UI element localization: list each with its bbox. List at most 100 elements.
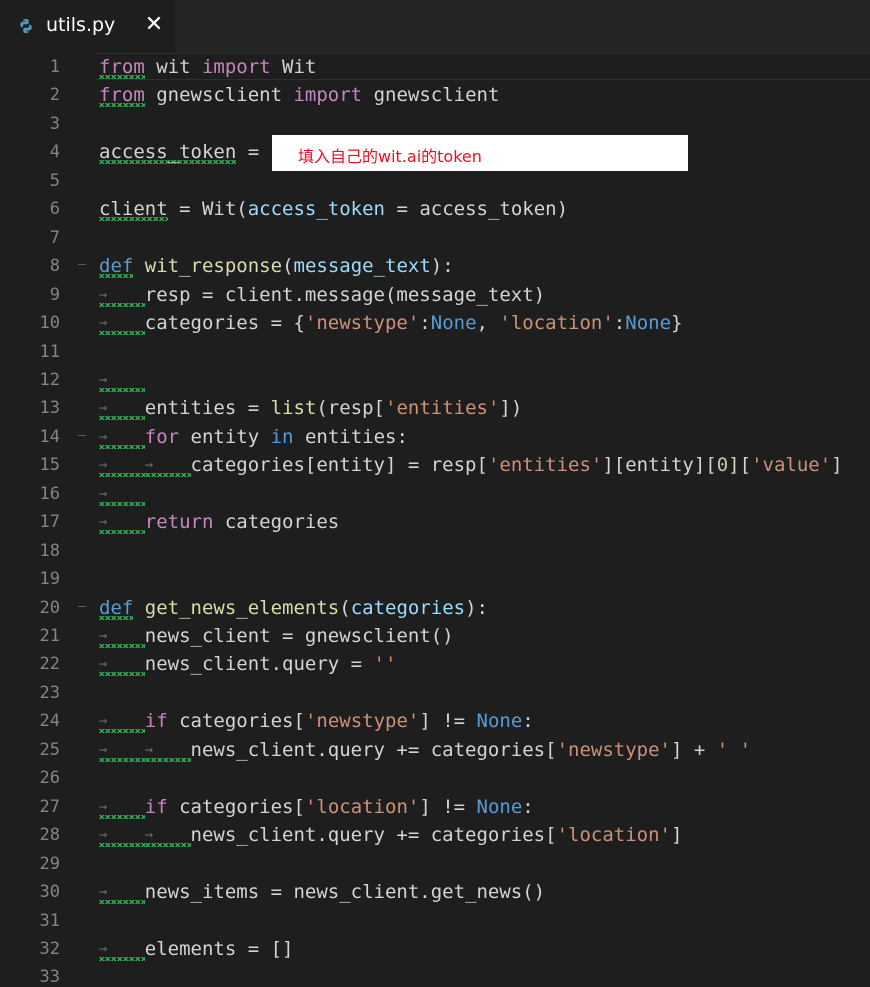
code-token: ] !=	[419, 710, 477, 733]
code-token: ):	[430, 255, 454, 278]
code-line[interactable]: 33	[0, 963, 870, 987]
line-number: 31	[39, 910, 60, 931]
code-line[interactable]: 15 → → categories[entity] = resp['entities…	[0, 451, 870, 479]
code-line[interactable]: 31	[0, 907, 870, 935]
code-text: news_client.query = ''	[99, 650, 397, 678]
code-token: entities =	[99, 397, 271, 420]
code-line[interactable]: 30 → news_items = news_client.get_news()	[0, 878, 870, 906]
fold-indicator-icon[interactable]	[78, 434, 86, 436]
code-text: if categories['newstype'] != None:	[99, 707, 534, 735]
code-line[interactable]: 22 → news_client.query = ''	[0, 650, 870, 678]
code-line[interactable]: 18	[0, 537, 870, 565]
code-line[interactable]: 10 → categories = {'newstype':None, 'loca…	[0, 309, 870, 337]
code-token: :	[522, 795, 534, 818]
code-text: client = Wit(access_token = access_token…	[99, 195, 568, 223]
code-token: from	[99, 56, 145, 78]
code-token: 'value'	[751, 454, 832, 477]
line-number: 20	[39, 597, 60, 618]
code-token: ] !=	[419, 795, 477, 818]
code-line[interactable]: 8 def wit_response(message_text):	[0, 252, 870, 280]
code-line[interactable]: 6 client = Wit(access_token = access_toke…	[0, 195, 870, 223]
code-token: (	[339, 596, 351, 619]
line-number: 23	[39, 682, 60, 703]
line-number: 18	[39, 540, 60, 561]
code-line[interactable]: 19	[0, 565, 870, 593]
code-token: entities:	[293, 425, 408, 448]
code-text: entities = list(resp['entities'])	[99, 394, 523, 422]
code-line[interactable]: 27 → if categories['location'] != None:	[0, 793, 870, 821]
code-token: wit_response	[144, 255, 283, 278]
code-token: categories	[350, 596, 466, 619]
code-token: import	[293, 84, 363, 107]
code-token: 'entities'	[385, 397, 500, 420]
python-file-icon	[20, 19, 32, 33]
code-line[interactable]: 25 → → news_client.query += categories['ne…	[0, 736, 870, 764]
code-line[interactable]: 29	[0, 850, 870, 878]
code-text: for entity in entities:	[99, 423, 408, 451]
line-number: 26	[39, 768, 60, 789]
code-token: None	[430, 312, 477, 335]
code-token: news_client.query += categories[	[99, 738, 557, 761]
code-line[interactable]: 17 → return categories	[0, 508, 870, 536]
line-number: 9	[49, 284, 60, 305]
code-line[interactable]: 26	[0, 764, 870, 792]
line-number: 10	[39, 313, 60, 334]
code-line[interactable]: 3	[0, 110, 870, 138]
code-line[interactable]: 9 → resp = client.message(message_text)	[0, 281, 870, 309]
code-token: 'newstype'	[304, 312, 420, 335]
line-number: 8	[49, 256, 60, 277]
line-number: 5	[49, 170, 60, 191]
code-token: message_text	[293, 255, 431, 278]
code-line[interactable]: 21 → news_client = gnewsclient()	[0, 622, 870, 650]
code-line[interactable]: 32 → elements = []	[0, 935, 870, 963]
code-token: ][	[728, 454, 752, 477]
close-icon[interactable]: ✕	[140, 11, 168, 39]
code-token: = access_token)	[385, 198, 569, 221]
line-number: 3	[49, 113, 60, 134]
tab-utils-py[interactable]: utils.py ✕	[0, 0, 175, 53]
tab-label: utils.py	[46, 14, 116, 36]
code-token: entity	[179, 425, 271, 448]
code-line[interactable]: 13 → entities = list(resp['entities'])	[0, 394, 870, 422]
code-token: 'newstype'	[556, 738, 671, 761]
code-token: elements = []	[99, 937, 294, 960]
code-token: categories[	[167, 710, 305, 733]
code-token: wit	[144, 56, 202, 78]
code-text: news_client.query += categories['locatio…	[99, 821, 683, 849]
code-token: (resp[	[316, 397, 385, 420]
code-line[interactable]: 1 from wit import Wit	[0, 53, 870, 81]
code-token: Wit	[270, 56, 317, 78]
code-editor[interactable]: 1 from wit import Wit 2 from gnewsclient im…	[0, 53, 870, 987]
code-line[interactable]: 24 → if categories['newstype'] != None:	[0, 707, 870, 735]
code-token: gnewsclient	[362, 84, 500, 107]
code-line[interactable]: 23	[0, 679, 870, 707]
code-token: ] +	[670, 738, 717, 761]
code-token: 'entities'	[487, 454, 603, 477]
code-text: if categories['location'] != None:	[99, 793, 534, 821]
fold-indicator-icon[interactable]	[78, 264, 86, 266]
code-token: ][entity][	[602, 454, 717, 477]
code-line[interactable]: 12 →	[0, 366, 870, 394]
code-token: for	[144, 425, 180, 448]
line-number: 2	[49, 85, 60, 106]
code-token: in	[270, 425, 294, 448]
code-line[interactable]: 2 from gnewsclient import gnewsclient	[0, 81, 870, 109]
fold-indicator-icon[interactable]	[78, 605, 86, 607]
code-line[interactable]: 28 → → news_client.query += categories['lo…	[0, 821, 870, 849]
code-token: categories[entity] = resp[	[99, 454, 488, 477]
line-number: 4	[49, 142, 60, 163]
code-line[interactable]: 14 → for entity in entities:	[0, 423, 870, 451]
code-token: ]	[670, 824, 683, 847]
code-line[interactable]: 7	[0, 224, 870, 252]
code-line[interactable]: 11	[0, 338, 870, 366]
token-annotation: 填入自己的wit.ai的token	[272, 135, 688, 171]
code-token: news_client.query =	[99, 653, 374, 676]
code-token: :	[419, 312, 431, 335]
code-line[interactable]: 16 →	[0, 480, 870, 508]
line-number: 25	[39, 739, 60, 760]
line-number: 32	[39, 938, 60, 959]
code-line[interactable]: 20 def get_news_elements(categories):	[0, 594, 870, 622]
code-token: ]	[831, 454, 843, 477]
code-token: news_client = gnewsclient()	[99, 625, 454, 647]
